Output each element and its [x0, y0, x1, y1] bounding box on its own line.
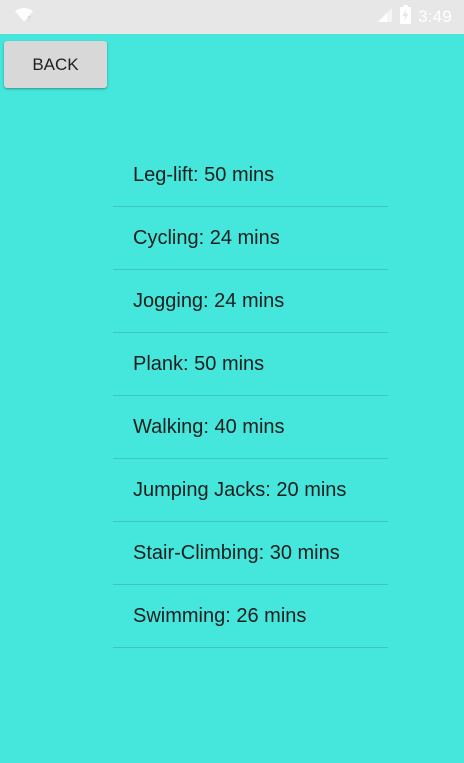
svg-text:?: ? [27, 15, 31, 23]
signal-icon [377, 7, 393, 28]
battery-charging-icon [400, 5, 412, 29]
list-item[interactable]: Stair-Climbing: 30 mins [113, 522, 388, 585]
list-item[interactable]: Swimming: 26 mins [113, 585, 388, 648]
list-item[interactable]: Leg-lift: 50 mins [113, 145, 388, 207]
back-button[interactable]: BACK [4, 41, 107, 88]
list-item[interactable]: Cycling: 24 mins [113, 207, 388, 270]
wifi-question-icon: ? [14, 7, 34, 28]
list-item[interactable]: Jogging: 24 mins [113, 270, 388, 333]
status-right: 3:49 [377, 5, 452, 29]
status-left: ? [14, 7, 34, 28]
list-item[interactable]: Jumping Jacks: 20 mins [113, 459, 388, 522]
exercise-list: Leg-lift: 50 mins Cycling: 24 mins Joggi… [113, 145, 388, 648]
list-item[interactable]: Walking: 40 mins [113, 396, 388, 459]
status-bar: ? 3:49 [0, 0, 464, 34]
app-area: BACK Leg-lift: 50 mins Cycling: 24 mins … [0, 34, 464, 763]
status-time: 3:49 [418, 7, 452, 26]
list-item[interactable]: Plank: 50 mins [113, 333, 388, 396]
